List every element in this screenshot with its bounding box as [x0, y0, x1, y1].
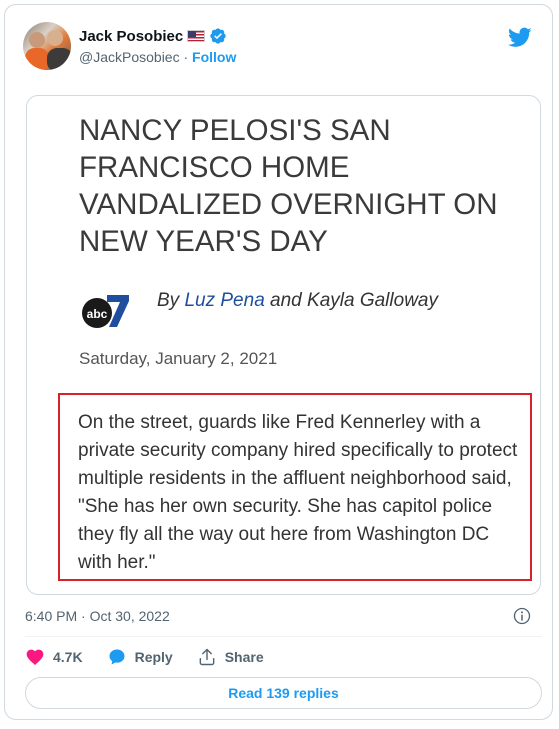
tweet-timestamp[interactable]: 6:40 PM · Oct 30, 2022 [25, 608, 170, 624]
twitter-logo-icon[interactable] [508, 25, 532, 49]
share-icon [199, 648, 215, 666]
article-headline: NANCY PELOSI'S SAN FRANCISCO HOME VANDAL… [79, 114, 498, 258]
abc7-logo-icon: abc [82, 295, 129, 328]
reply-label: Reply [134, 649, 173, 665]
byline-rest: and Kayla Galloway [270, 290, 438, 311]
info-icon[interactable] [512, 606, 532, 626]
article-quote: On the street, guards like Fred Kennerle… [78, 412, 518, 573]
author-avatar[interactable] [23, 22, 71, 70]
article-byline: By Luz Pena and Kayla Galloway [157, 290, 438, 312]
author-handle[interactable]: @JackPosobiec [79, 49, 180, 65]
handle-row: @JackPosobiec · Follow [79, 49, 236, 65]
share-label: Share [224, 649, 264, 665]
action-bar: 4.7K Reply Share [25, 647, 288, 667]
article-screenshot[interactable]: NANCY PELOSI'S SAN FRANCISCO HOME VANDAL… [26, 95, 541, 595]
like-count: 4.7K [53, 649, 83, 665]
divider [25, 636, 542, 637]
separator-dot: · [183, 49, 189, 65]
reply-button[interactable]: Reply [107, 647, 173, 667]
byline-author-link: Luz Pena [184, 290, 265, 311]
follow-button[interactable]: Follow [192, 49, 236, 65]
highlighted-quote-box: On the street, guards like Fred Kennerle… [58, 393, 532, 581]
tweet-card: Jack Posobiec @JackPosobiec · Follow NAN… [4, 4, 553, 720]
share-button[interactable]: Share [197, 647, 264, 667]
heart-icon [26, 649, 44, 665]
byline-prefix: By [157, 290, 180, 311]
author-name-row: Jack Posobiec [79, 27, 227, 45]
verified-badge-icon [210, 28, 226, 44]
svg-text:abc: abc [87, 307, 108, 321]
read-replies-button[interactable]: Read 139 replies [25, 677, 542, 709]
article-date: Saturday, January 2, 2021 [79, 349, 278, 368]
reply-bubble-icon [109, 649, 125, 665]
like-button[interactable]: 4.7K [25, 647, 83, 667]
us-flag-icon [187, 30, 206, 42]
author-name[interactable]: Jack Posobiec [79, 28, 183, 45]
